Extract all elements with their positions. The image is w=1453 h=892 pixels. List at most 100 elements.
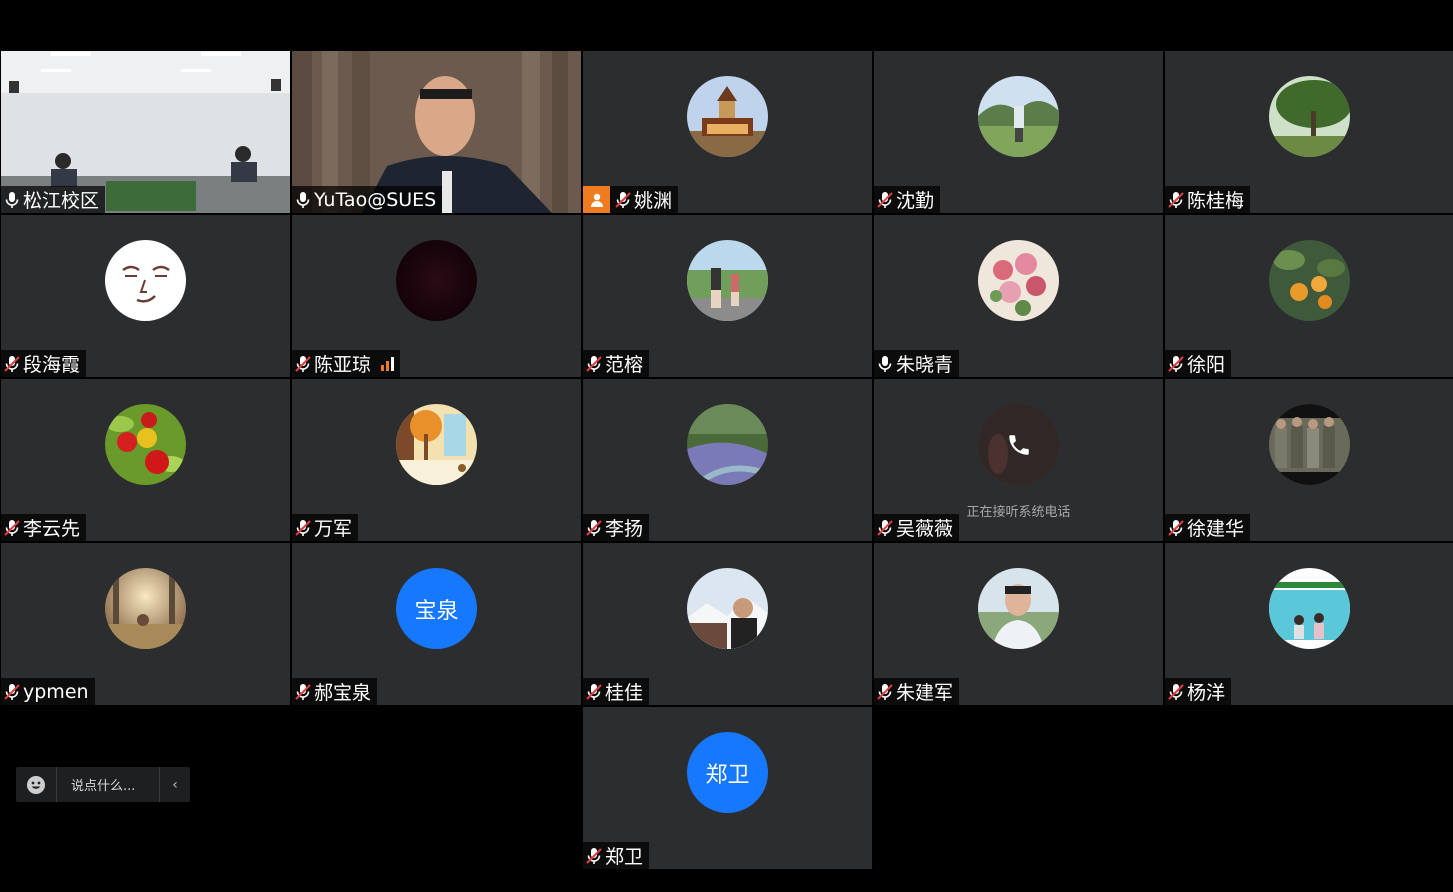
participant-name-tag: YuTao@SUES (292, 186, 443, 213)
participant-name-tag: 姚渊 (583, 186, 679, 213)
participant-name-tag: 李扬 (583, 514, 650, 541)
participant-name-tag: 陈桂梅 (1165, 186, 1251, 213)
microphone-muted-icon (877, 191, 893, 208)
participant-name-tag: 朱晓青 (874, 350, 960, 377)
participant-name: 沈勤 (896, 190, 935, 212)
participant-name-tag: 松江校区 (1, 186, 106, 213)
avatar (396, 404, 477, 485)
microphone-muted-icon (877, 683, 893, 700)
signal-bars-icon (381, 356, 395, 371)
participant-name: 徐建华 (1187, 518, 1245, 540)
microphone-muted-icon (4, 519, 20, 536)
participant-name-tag: 段海霞 (1, 350, 87, 377)
participant-tile-guijia[interactable]: 桂佳 (583, 543, 872, 705)
avatar (687, 240, 768, 321)
avatar (105, 568, 186, 649)
microphone-muted-icon (1168, 191, 1184, 208)
chat-input[interactable]: 说点什么... (57, 775, 159, 794)
participant-name: 徐阳 (1187, 354, 1226, 376)
participant-name-tag: 沈勤 (874, 186, 941, 213)
emoji-icon (27, 775, 45, 794)
microphone-muted-icon (877, 519, 893, 536)
participant-name: 范榕 (605, 354, 644, 376)
participant-name-tag: 范榕 (583, 350, 650, 377)
participant-name-tag: 万军 (292, 514, 359, 541)
avatar (978, 404, 1059, 485)
collapse-chat-button[interactable]: ‹ (159, 767, 190, 802)
participant-name: 万军 (314, 518, 353, 540)
participant-tile-liyunxian[interactable]: 李云先 (1, 379, 290, 541)
microphone-muted-icon (586, 355, 602, 372)
participant-tile-duanhaixia[interactable]: 段海霞 (1, 215, 290, 377)
participant-name: 陈桂梅 (1187, 190, 1245, 212)
participant-tile-haobaoquan[interactable]: 宝泉 郝宝泉 (292, 543, 581, 705)
avatar (1269, 76, 1350, 157)
avatar (1269, 404, 1350, 485)
participant-tile-wanjun[interactable]: 万军 (292, 379, 581, 541)
participant-name: 吴薇薇 (896, 518, 954, 540)
participant-tile-wuweiwei[interactable]: 正在接听系统电话 吴薇薇 (874, 379, 1163, 541)
participant-tile-zhengwei[interactable]: 郑卫 郑卫 (583, 707, 872, 869)
participant-name: YuTao@SUES (314, 188, 437, 211)
participant-tile-chenyaqiong[interactable]: 陈亚琼 (292, 215, 581, 377)
participant-name: 姚渊 (634, 190, 673, 212)
participant-tile-xujianhua[interactable]: 徐建华 (1165, 379, 1453, 541)
microphone-muted-icon (4, 683, 20, 700)
microphone-muted-icon (295, 519, 311, 536)
avatar (687, 568, 768, 649)
microphone-muted-icon (295, 683, 311, 700)
avatar: 郑卫 (687, 732, 768, 813)
participant-name-tag: 郝宝泉 (292, 678, 378, 705)
participant-tile-fanrong[interactable]: 范榕 (583, 215, 872, 377)
microphone-muted-icon (1168, 519, 1184, 536)
participant-name: 松江校区 (23, 190, 100, 212)
participant-tile-yutao[interactable]: YuTao@SUES (292, 51, 581, 213)
avatar (687, 76, 768, 157)
microphone-muted-icon (4, 355, 20, 372)
microphone-muted-icon (586, 683, 602, 700)
avatar (396, 240, 477, 321)
avatar (978, 568, 1059, 649)
participant-name: 朱晓青 (896, 354, 954, 376)
avatar (687, 404, 768, 485)
participant-tile-songjiang[interactable]: 松江校区 (1, 51, 290, 213)
participant-tile-xuyang[interactable]: 徐阳 (1165, 215, 1453, 377)
participant-tile-liyang[interactable]: 李扬 (583, 379, 872, 541)
participant-tile-zhuxiaoqing[interactable]: 朱晓青 (874, 215, 1163, 377)
participant-name-tag: ypmen (1, 678, 95, 705)
avatar (105, 240, 186, 321)
participant-name-tag: 杨洋 (1165, 678, 1232, 705)
participant-tile-yaoyuan[interactable]: 姚渊 (583, 51, 872, 213)
participant-name: 郝宝泉 (314, 682, 372, 704)
microphone-muted-icon (295, 355, 311, 372)
microphone-muted-icon (1168, 683, 1184, 700)
participant-name: 朱建军 (896, 682, 954, 704)
emoji-button[interactable] (16, 767, 57, 802)
avatar (1269, 240, 1350, 321)
microphone-icon (878, 355, 892, 372)
microphone-muted-icon (586, 847, 602, 864)
participant-tile-zhujianjun[interactable]: 朱建军 (874, 543, 1163, 705)
microphone-muted-icon (586, 519, 602, 536)
participant-name-tag: 桂佳 (583, 678, 650, 705)
participant-name-tag: 徐建华 (1165, 514, 1251, 541)
participant-name: 郑卫 (605, 846, 644, 868)
participant-name: 桂佳 (605, 682, 644, 704)
chat-input-bar[interactable]: 说点什么... ‹ (16, 767, 190, 802)
participant-name: 段海霞 (23, 354, 81, 376)
participant-tile-yangyang[interactable]: 杨洋 (1165, 543, 1453, 705)
participant-name-tag: 陈亚琼 (292, 350, 401, 377)
chevron-left-icon: ‹ (172, 776, 178, 793)
microphone-icon (5, 191, 19, 208)
participant-name-tag: 朱建军 (874, 678, 960, 705)
microphone-muted-icon (1168, 355, 1184, 372)
avatar (978, 240, 1059, 321)
participant-name: 陈亚琼 (314, 354, 372, 376)
avatar (978, 76, 1059, 157)
participant-tile-ypmen[interactable]: ypmen (1, 543, 290, 705)
participant-tile-chenguimei[interactable]: 陈桂梅 (1165, 51, 1453, 213)
participant-name-tag: 李云先 (1, 514, 87, 541)
participant-tile-shenqin[interactable]: 沈勤 (874, 51, 1163, 213)
participant-name-tag: 吴薇薇 (874, 514, 960, 541)
participant-name: 杨洋 (1187, 682, 1226, 704)
